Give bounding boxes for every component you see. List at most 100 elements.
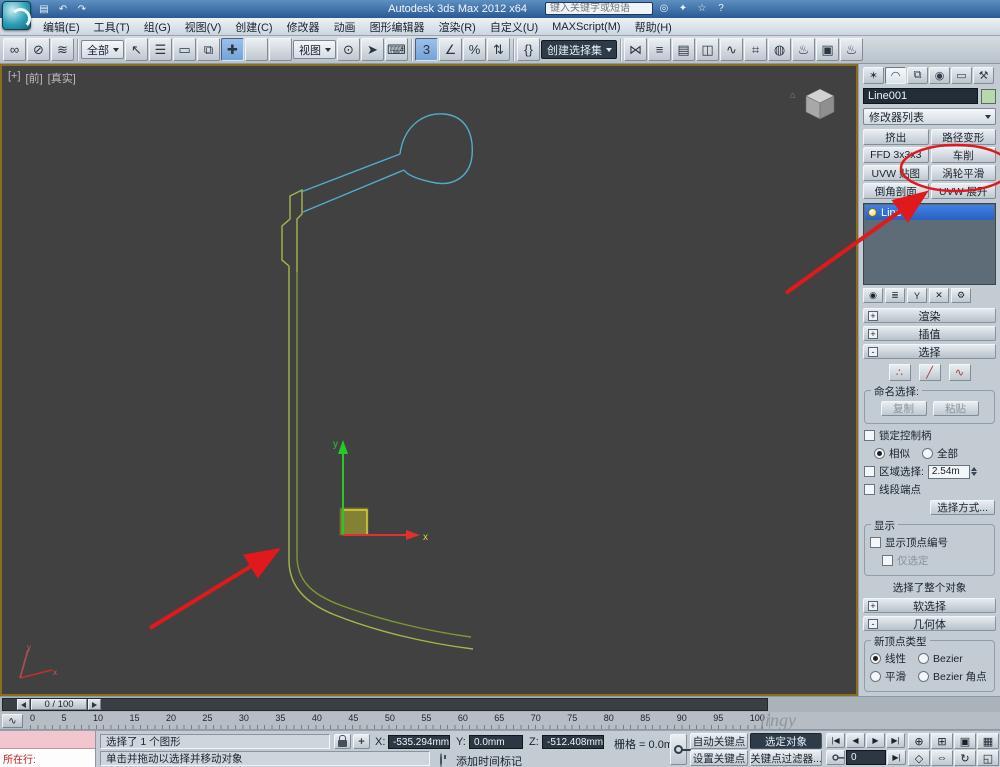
toolbar-button[interactable]: ⊘ [27, 38, 50, 61]
transform-gizmo[interactable]: y x [333, 439, 428, 543]
toolbar-button[interactable]: ♨ [792, 38, 815, 61]
object-color-swatch[interactable] [981, 88, 996, 104]
tab-modify[interactable]: ◠ [885, 67, 906, 84]
handle-inner-line[interactable] [302, 169, 405, 213]
menu-item[interactable]: 组(G) [137, 18, 178, 36]
toolbar-button[interactable]: ⋈ [624, 38, 647, 61]
transport-button[interactable]: ▶| [886, 733, 905, 748]
go-to-end-button[interactable]: ▶| [887, 750, 906, 765]
viewport-nav-button[interactable]: ↻ [954, 750, 976, 766]
viewport-nav-button[interactable]: ⊕ [908, 733, 930, 749]
viewport-nav-button[interactable]: ◱ [977, 750, 999, 766]
modifier-button[interactable]: UVW 展开 [930, 183, 996, 199]
viewport-nav-button[interactable]: ⊞ [931, 733, 953, 749]
viewport-nav-button[interactable]: ▣ [954, 733, 976, 749]
gizmo-plane-handle[interactable] [339, 507, 369, 536]
stack-tool-button[interactable]: ⚙ [951, 288, 971, 303]
area-selection-checkbox[interactable] [864, 466, 875, 477]
front-viewport[interactable]: [+] [前] [真实] y x ⌂ x y [0, 64, 858, 696]
toolbar-button[interactable]: ∠ [439, 38, 462, 61]
bezier-radio[interactable] [918, 653, 929, 664]
viewport-menu-general[interactable]: [+] [8, 70, 21, 86]
spline-rim-detail[interactable] [281, 188, 303, 272]
menu-item[interactable]: 帮助(H) [628, 18, 679, 36]
stack-tool-button[interactable]: ◉ [863, 288, 883, 303]
lock-handles-checkbox[interactable] [864, 430, 875, 441]
time-slider-handle[interactable]: 0 / 100 [31, 699, 87, 710]
collapse-icon[interactable]: - [868, 619, 878, 629]
stack-item-line[interactable]: Line [865, 205, 994, 220]
app-logo-icon[interactable] [2, 1, 31, 30]
show-vertex-numbers-checkbox[interactable] [870, 537, 881, 548]
x-coordinate-field[interactable]: -535.294mm [388, 735, 450, 749]
toolbar-quick-icon[interactable]: ↷ [74, 2, 90, 16]
selection-filter-dropdown[interactable]: 全部 [81, 40, 124, 59]
copy-button[interactable]: 复制 [880, 401, 927, 416]
select-and-move-button[interactable]: ✚ [221, 38, 244, 61]
infocenter-icon[interactable]: ◎ [657, 3, 671, 14]
modifier-button[interactable]: 路径变形 [930, 129, 996, 145]
handle-bulb-curve[interactable] [399, 113, 473, 185]
handle-spline[interactable] [300, 113, 473, 213]
menu-item[interactable]: 动画 [327, 18, 363, 36]
stack-tool-button[interactable]: ≣ [885, 288, 905, 303]
toolbar-button[interactable]: ⊙ [337, 38, 360, 61]
all-radio[interactable] [922, 448, 933, 459]
toolbar-button[interactable]: ➤ [361, 38, 384, 61]
modifier-button[interactable]: 涡轮平滑 [930, 165, 996, 181]
rollout-selection[interactable]: - 选择 [863, 344, 996, 359]
viewport-nav-button[interactable]: ◇ [908, 750, 930, 766]
modifier-list-dropdown[interactable]: 修改器列表 [863, 108, 996, 125]
infocenter-icon[interactable]: ✦ [676, 3, 690, 14]
rollout-rendering[interactable]: + 渲染 [863, 308, 996, 323]
linear-radio[interactable] [870, 653, 881, 664]
viewport-nav-button[interactable]: ▦ [977, 733, 999, 749]
toolbar-button[interactable]: ▭ [173, 38, 196, 61]
rollout-geometry[interactable]: - 几何体 [863, 616, 996, 631]
modifier-button[interactable]: 倒角剖面 [863, 183, 929, 199]
toolbar-button[interactable]: ▤ [672, 38, 695, 61]
modifier-button[interactable]: 挤出 [863, 129, 929, 145]
time-slider-next-arrow[interactable] [88, 699, 101, 710]
toolbar-button[interactable]: ∿ [720, 38, 743, 61]
object-name-field[interactable]: Line001 [863, 88, 978, 104]
toolbar-button[interactable]: ◍ [768, 38, 791, 61]
infocenter-icon[interactable]: ? [714, 3, 728, 14]
toolbar-button[interactable]: ≋ [51, 38, 74, 61]
menu-item[interactable]: 创建(C) [228, 18, 279, 36]
sub-object-button[interactable]: ∿ [948, 364, 971, 381]
spinner-arrows-icon[interactable] [970, 467, 977, 476]
tab-create[interactable]: ✶ [863, 67, 884, 84]
toolbar-button[interactable]: ◫ [696, 38, 719, 61]
maxscript-mini-listener[interactable]: 所在行: [0, 731, 96, 767]
toolbar-button[interactable]: ⇅ [487, 38, 510, 61]
sub-object-button[interactable]: ∴ [888, 364, 911, 381]
z-coordinate-field[interactable]: -512.408mm [542, 735, 604, 749]
modifier-button[interactable]: FFD 3x3x3 [863, 147, 929, 163]
handle-outer-line[interactable] [300, 153, 401, 193]
toolbar-button[interactable]: ☰ [149, 38, 172, 61]
similar-radio[interactable] [874, 448, 885, 459]
area-threshold-value[interactable]: 2.54m [927, 464, 970, 479]
menu-item[interactable]: 视图(V) [178, 18, 229, 36]
stack-tool-button[interactable]: ✕ [929, 288, 949, 303]
toolbar-button[interactable]: % [463, 38, 486, 61]
spline-outer-wall[interactable] [288, 266, 474, 650]
viewport-menu-shading[interactable]: [真实] [48, 70, 76, 86]
rollout-interpolation[interactable]: + 插值 [863, 326, 996, 341]
area-threshold-spinner[interactable]: 2.54m [927, 464, 977, 479]
toolbar-button[interactable]: ⌗ [744, 38, 767, 61]
time-slider-prev-arrow[interactable] [17, 699, 30, 710]
pot-profile-spline[interactable] [281, 188, 474, 650]
frame-ruler[interactable]: 0 5 10 15 20 25 30 35 40 45 50 55 60 65 70 75 80 85 90 95 10… [26, 712, 770, 730]
toolbar-button[interactable] [245, 38, 268, 61]
selection-lock-toggle[interactable] [334, 734, 351, 749]
listener-macro-pane[interactable] [0, 731, 95, 749]
menu-item[interactable]: 修改器 [280, 18, 327, 36]
toolbar-button[interactable]: ♨ [840, 38, 863, 61]
viewcube-home-icon[interactable]: ⌂ [790, 90, 795, 100]
key-mode-toggle[interactable] [826, 750, 845, 765]
smooth-radio[interactable] [870, 671, 881, 682]
sub-object-button[interactable]: ╱ [918, 364, 941, 381]
search-input[interactable] [545, 2, 653, 15]
